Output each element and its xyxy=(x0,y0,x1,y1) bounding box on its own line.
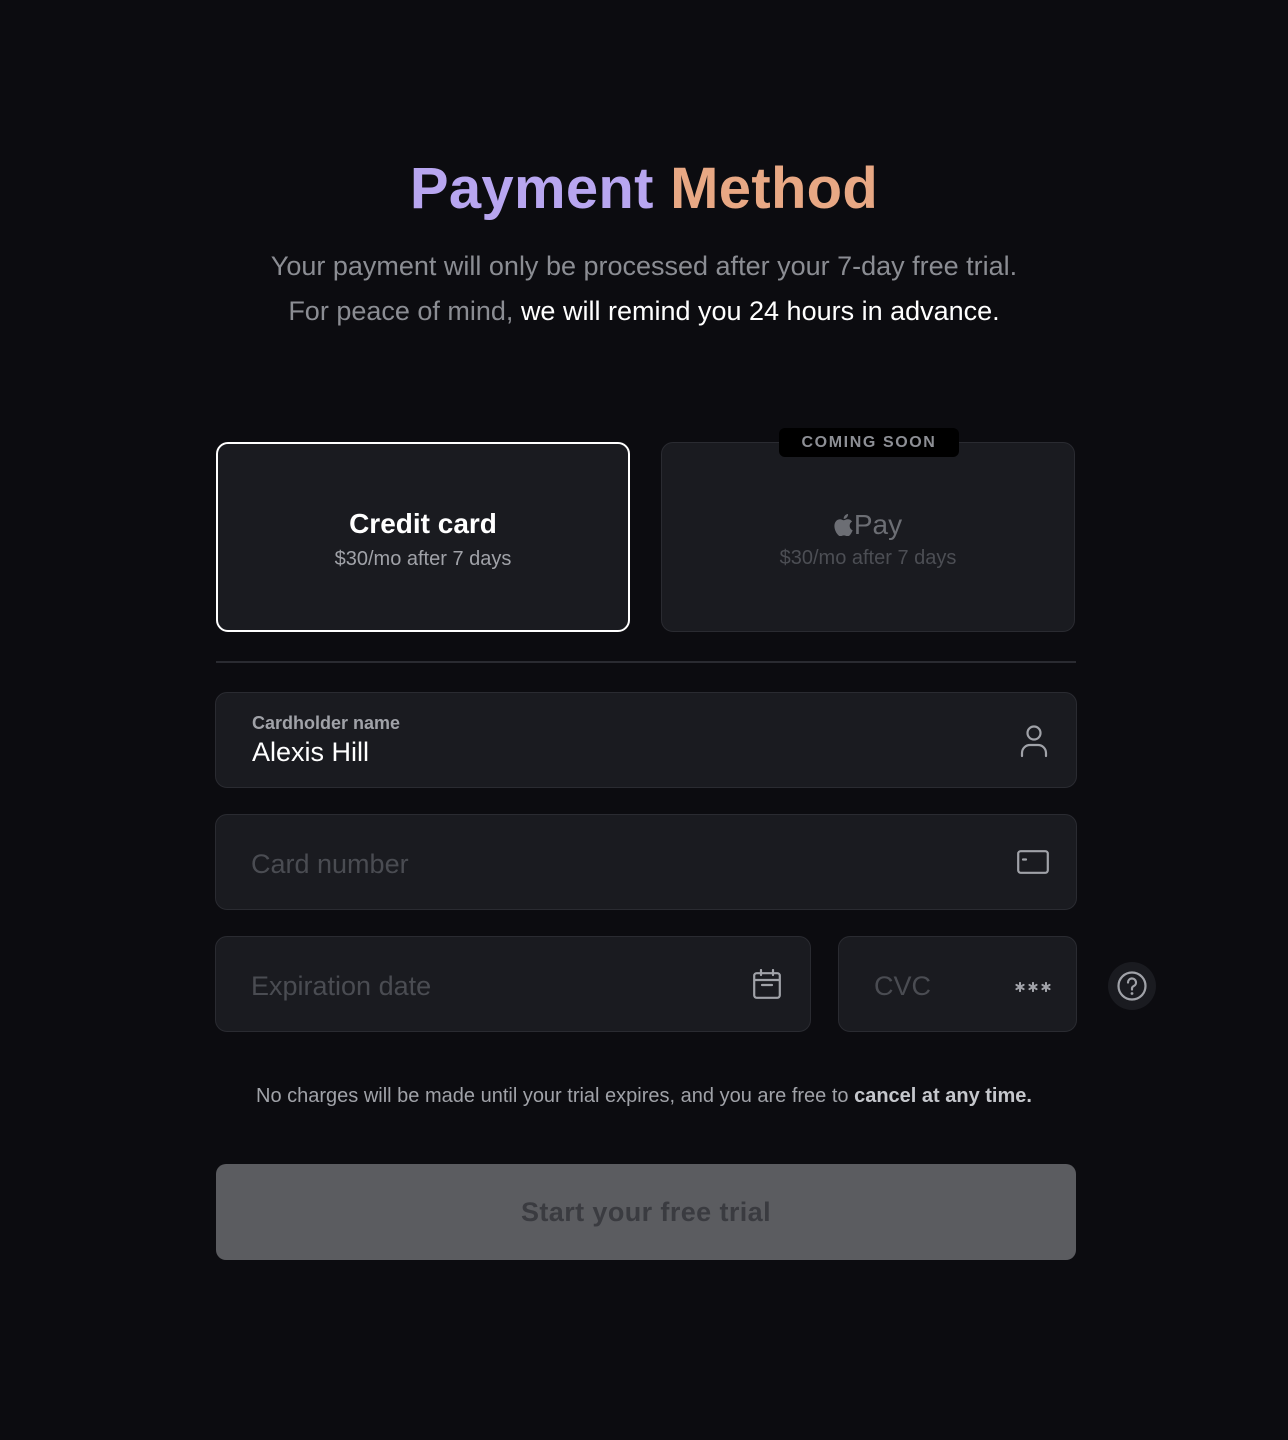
credit-card-icon xyxy=(1017,850,1049,879)
credit-card-option[interactable]: Credit card $30/mo after 7 days xyxy=(216,442,630,632)
cardholder-name-input[interactable]: Alexis Hill xyxy=(252,737,369,768)
subtitle-line1: Your payment will only be processed afte… xyxy=(270,251,1018,281)
cardholder-name-label: Cardholder name xyxy=(252,713,401,733)
trial-notice: No charges will be made until your trial… xyxy=(0,1085,1288,1108)
credit-card-option-price: $30/mo after 7 days xyxy=(334,548,512,570)
calendar-icon xyxy=(753,968,781,1004)
cvc-field[interactable]: CVC xyxy=(838,936,1077,1032)
expiration-date-field[interactable]: Expiration date xyxy=(215,936,811,1032)
subtitle-line2-muted: For peace of mind, xyxy=(288,296,521,326)
cvc-input[interactable]: CVC xyxy=(874,971,931,1002)
apple-pay-option-title: Pay xyxy=(662,509,1074,543)
card-number-field[interactable]: Card number xyxy=(215,814,1077,910)
coming-soon-badge: COMING SOON xyxy=(779,428,959,457)
page-title: Payment Method xyxy=(0,156,1288,222)
expiration-date-input[interactable]: Expiration date xyxy=(251,971,431,1002)
start-free-trial-button[interactable]: Start your free trial xyxy=(216,1164,1076,1260)
cardholder-name-field[interactable]: Cardholder name Alexis Hill xyxy=(215,692,1077,788)
asterisks-icon xyxy=(1015,979,1051,997)
apple-icon xyxy=(834,511,853,543)
trial-notice-text: No charges will be made until your trial… xyxy=(256,1085,855,1107)
apple-pay-label: Pay xyxy=(853,509,903,540)
page-subtitle: Your payment will only be processed afte… xyxy=(0,244,1288,334)
subtitle-line2: For peace of mind, we will remind you 24… xyxy=(0,289,1288,334)
question-circle-icon xyxy=(1117,971,1147,1001)
user-icon xyxy=(1020,724,1048,763)
page-title-part1: Payment xyxy=(409,156,654,221)
cvc-help-button[interactable] xyxy=(1108,962,1156,1010)
subtitle-line2-emphasis: we will remind you 24 hours in advance. xyxy=(520,296,1000,326)
apple-pay-option-price: $30/mo after 7 days xyxy=(779,547,957,569)
card-number-input[interactable]: Card number xyxy=(251,849,409,880)
page-title-part2: Method xyxy=(670,156,879,221)
trial-notice-emphasis: cancel at any time. xyxy=(854,1085,1032,1107)
apple-pay-option: COMING SOON Pay $30/mo after 7 days xyxy=(661,428,1075,632)
section-divider xyxy=(216,661,1076,663)
credit-card-option-title: Credit card xyxy=(349,508,497,539)
